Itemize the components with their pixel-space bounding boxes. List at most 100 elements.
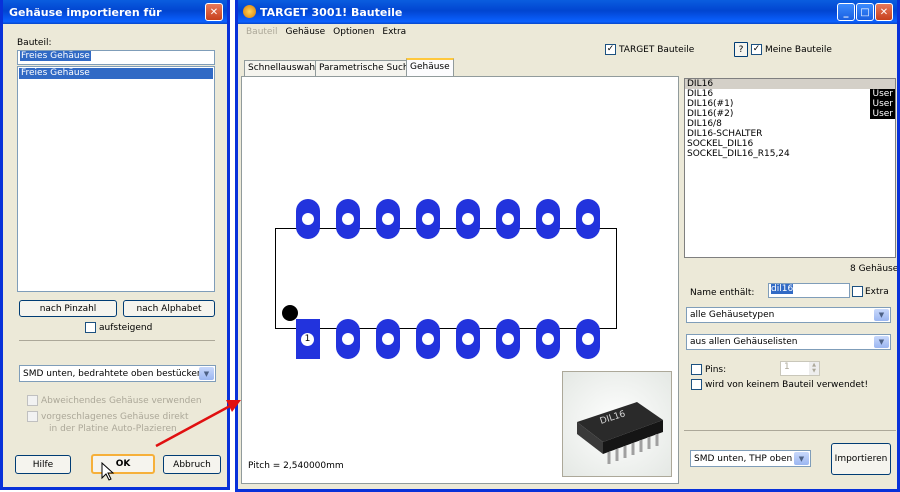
- pad: [456, 199, 480, 239]
- main-titlebar: TARGET 3001! Bauteile _ □ ✕: [238, 0, 897, 24]
- pad: [336, 199, 360, 239]
- pins-label: Pins:: [705, 365, 727, 375]
- close-icon[interactable]: ✕: [875, 3, 893, 21]
- aufsteigend-checkbox[interactable]: [85, 322, 96, 333]
- bauteil-field[interactable]: Freies Gehäuse: [17, 50, 215, 65]
- maximize-icon[interactable]: □: [856, 3, 874, 21]
- pad: [336, 319, 360, 359]
- chevron-down-icon: ▼: [199, 367, 214, 380]
- close-icon[interactable]: ✕: [205, 3, 223, 21]
- preview-panel: 1 Pitch = 2,540000mm DIL16: [241, 76, 679, 484]
- main-title: TARGET 3001! Bauteile: [260, 5, 403, 19]
- abbruch-button[interactable]: Abbruch: [163, 455, 221, 474]
- pad: [496, 319, 520, 359]
- pad: [456, 319, 480, 359]
- tab-gehaeuse[interactable]: Gehäuse: [406, 58, 454, 76]
- name-input[interactable]: dil16: [768, 283, 850, 298]
- list-item[interactable]: DIL16(#1) User: [685, 99, 895, 109]
- pad: [496, 199, 520, 239]
- type-select[interactable]: alle Gehäusetypen ▼: [686, 307, 891, 323]
- menu-optionen[interactable]: Optionen: [333, 27, 374, 37]
- menu-bar: Bauteil Gehäuse Optionen Extra: [238, 24, 897, 40]
- spin-icon: ▲ ▼: [809, 362, 819, 375]
- aufsteigend-label: aufsteigend: [99, 323, 153, 333]
- chip-3d-image: DIL16: [577, 402, 663, 464]
- sort-pinzahl-button[interactable]: nach Pinzahl: [19, 300, 117, 317]
- list-item[interactable]: DIL16 User: [685, 89, 895, 99]
- list-item[interactable]: SOCKEL_DIL16: [685, 139, 895, 149]
- list-item[interactable]: SOCKEL_DIL16_R15,24: [685, 149, 895, 159]
- app-icon: [243, 5, 256, 18]
- divider: [684, 430, 896, 431]
- type-select-value: alle Gehäusetypen: [690, 310, 775, 320]
- list-item[interactable]: Freies Gehäuse: [19, 68, 213, 79]
- importieren-button[interactable]: Importieren: [831, 443, 891, 475]
- package-list[interactable]: DIL16 DIL16 User DIL16(#1) User DIL16(#2) U…: [684, 78, 896, 258]
- vorgeschlagenes-checkbox[interactable]: [27, 411, 38, 422]
- pins-checkbox[interactable]: [691, 364, 702, 375]
- menu-bauteil[interactable]: Bauteil: [246, 27, 277, 37]
- tab-parametrische-suche[interactable]: Parametrische Suche: [315, 60, 419, 76]
- mouse-cursor-icon: [101, 462, 115, 481]
- mount-select-value: SMD unten, bedrahtete oben bestücken: [23, 368, 203, 379]
- target-bauteile-label: TARGET Bauteile: [619, 45, 695, 55]
- import-dialog: Gehäuse importieren für ✕ Bauteil: Freie…: [0, 0, 230, 490]
- abweichendes-checkbox[interactable]: [27, 395, 38, 406]
- meine-bauteile-label: Meine Bauteile: [765, 45, 832, 55]
- pad: [576, 199, 600, 239]
- menu-extra[interactable]: Extra: [382, 27, 406, 37]
- pad: [536, 319, 560, 359]
- list-item[interactable]: DIL16: [685, 79, 895, 89]
- list-item[interactable]: DIL16-SCHALTER: [685, 129, 895, 139]
- sort-alphabet-button[interactable]: nach Alphabet: [123, 300, 215, 317]
- pitch-label: Pitch = 2,540000mm: [248, 461, 344, 471]
- list-item[interactable]: DIL16/8: [685, 119, 895, 129]
- dialog-titlebar: Gehäuse importieren für ✕: [3, 0, 227, 24]
- list-item[interactable]: DIL16(#2) User: [685, 109, 895, 119]
- mount-select[interactable]: SMD unten, bedrahtete oben bestücken ▼: [19, 365, 216, 382]
- pad: [576, 319, 600, 359]
- unused-checkbox[interactable]: [691, 379, 702, 390]
- chip-3d-thumbnail: DIL16: [562, 371, 672, 477]
- abweichendes-label: Abweichendes Gehäuse verwenden: [41, 396, 202, 406]
- pad-1-label: 1: [301, 333, 314, 346]
- list-select[interactable]: aus allen Gehäuselisten ▼: [686, 334, 891, 350]
- divider: [19, 340, 215, 341]
- pad: [416, 199, 440, 239]
- package-outline: [275, 228, 617, 329]
- dialog-title: Gehäuse importieren für: [9, 5, 162, 19]
- name-label: Name enthält:: [690, 288, 755, 298]
- package-count: 8 Gehäuse: [850, 264, 899, 274]
- bauteil-label: Bauteil:: [17, 38, 52, 48]
- pad: [536, 199, 560, 239]
- bauteil-value: Freies Gehäuse: [20, 51, 91, 61]
- tab-schnellauswahl[interactable]: Schnellauswahl: [244, 60, 322, 76]
- pins-stepper[interactable]: 1 ▲ ▼: [780, 361, 820, 376]
- pad: [296, 199, 320, 239]
- pad: [376, 199, 400, 239]
- vorgeschlagenes-label-2: in der Platine Auto-Plazieren: [49, 424, 177, 434]
- name-input-value: dil16: [771, 284, 794, 294]
- vorgeschlagenes-label: vorgeschlagenes Gehäuse direkt: [41, 412, 189, 422]
- minimize-icon[interactable]: _: [837, 3, 855, 21]
- meine-bauteile-checkbox[interactable]: ✓: [751, 44, 762, 55]
- unused-label: wird von keinem Bauteil verwendet!: [705, 380, 869, 390]
- package-listbox[interactable]: Freies Gehäuse: [17, 66, 215, 292]
- menu-gehaeuse[interactable]: Gehäuse: [285, 27, 325, 37]
- pad: [416, 319, 440, 359]
- chevron-down-icon: ▼: [794, 452, 809, 465]
- chevron-down-icon: ▼: [874, 336, 889, 348]
- list-select-value: aus allen Gehäuselisten: [690, 337, 798, 347]
- extra-label: Extra: [865, 287, 889, 297]
- help-button[interactable]: ?: [734, 42, 748, 57]
- pins-value: 1: [784, 362, 790, 372]
- extra-checkbox[interactable]: [852, 286, 863, 297]
- bottom-select[interactable]: SMD unten, THP oben ▼: [690, 450, 811, 467]
- chevron-down-icon: ▼: [874, 309, 889, 321]
- pad: [376, 319, 400, 359]
- bottom-select-value: SMD unten, THP oben: [694, 453, 793, 464]
- pad-1: 1: [296, 319, 320, 359]
- target-bauteile-checkbox[interactable]: ✓: [605, 44, 616, 55]
- parts-window: TARGET 3001! Bauteile _ □ ✕ Bauteil Gehä…: [235, 0, 900, 492]
- hilfe-button[interactable]: Hilfe: [15, 455, 71, 474]
